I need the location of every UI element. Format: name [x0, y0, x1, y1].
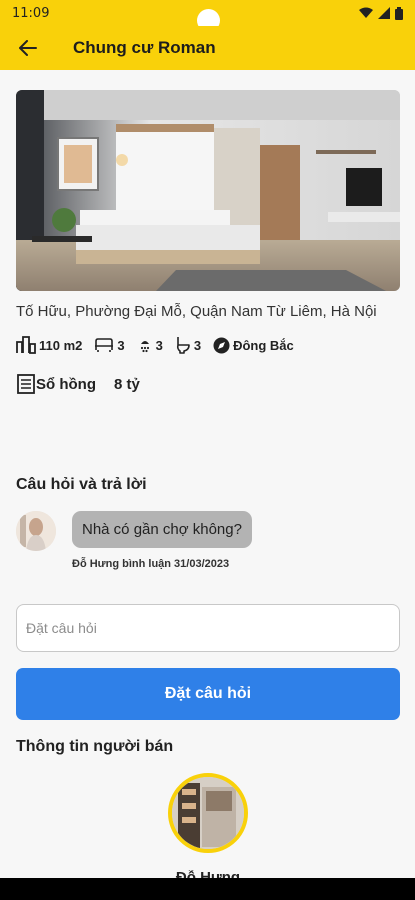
legal-price-row: Sổ hồng 8 tỷ [16, 373, 140, 395]
spec-bedrooms-value: 3 [117, 337, 125, 353]
spec-bedrooms: 3 [94, 337, 125, 353]
question-bubble: Nhà có gần chợ không? [72, 511, 252, 548]
avatar[interactable] [16, 511, 56, 551]
bedroom-photo [16, 90, 400, 291]
building-icon [16, 336, 36, 354]
legal-status: Sổ hồng [36, 375, 96, 393]
question-input[interactable] [16, 604, 400, 652]
toilet-icon [176, 337, 190, 354]
listing-address: Tố Hữu, Phường Đại Mỗ, Quận Nam Từ Liêm,… [16, 303, 377, 320]
spec-direction: Đông Bắc [213, 337, 294, 354]
screen: 11:09 Chung cư Roman Tố Hữu, Phường Đại … [0, 0, 415, 900]
spec-toilets-value: 3 [193, 337, 202, 353]
listing-photo[interactable] [16, 90, 400, 291]
back-button[interactable] [0, 26, 56, 70]
wifi-icon [359, 7, 373, 18]
seller-photo [172, 777, 244, 849]
status-bar: 11:09 [0, 0, 415, 32]
seller-avatar[interactable] [168, 773, 248, 853]
question-meta: Đỗ Hưng bình luận 31/03/2023 [72, 558, 230, 570]
listing-specs: 110 m2 3 3 3 Đông Bắc [16, 335, 306, 355]
spec-area: 110 m2 [16, 336, 82, 354]
spec-direction-value: Đông Bắc [233, 337, 294, 353]
compass-icon [213, 337, 230, 353]
shower-icon [140, 341, 149, 353]
spec-area-value: 110 m2 [39, 337, 83, 353]
spec-bathrooms-value: 3 [155, 337, 163, 353]
seller-name: Đỗ Hưng [168, 870, 248, 878]
arrow-back-icon [19, 40, 37, 56]
signal-icon [378, 7, 390, 19]
listing-price: 8 tỷ [114, 375, 140, 393]
battery-icon [395, 6, 403, 20]
ask-question-button[interactable]: Đặt câu hỏi [16, 668, 400, 720]
page-title: Chung cư Roman [73, 38, 216, 57]
document-icon [17, 374, 35, 394]
user-photo [16, 511, 56, 551]
bed-icon [95, 338, 114, 352]
status-time: 11:09 [12, 5, 50, 21]
app-bar: Chung cư Roman [0, 26, 415, 70]
qa-section-title: Câu hỏi và trả lời [16, 476, 147, 493]
system-navigation-bar [0, 878, 415, 900]
seller-section-title: Thông tin người bán [16, 738, 174, 755]
status-icons [359, 6, 403, 20]
spec-bathrooms: 3 [137, 337, 163, 353]
spec-toilets: 3 [175, 336, 201, 354]
